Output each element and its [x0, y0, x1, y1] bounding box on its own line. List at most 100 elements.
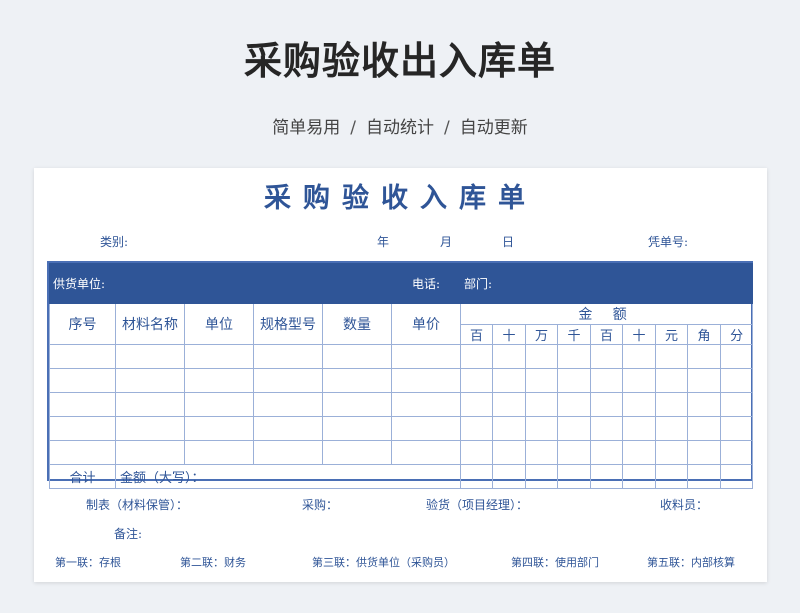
cell[interactable]	[622, 392, 657, 417]
cell[interactable]	[655, 392, 689, 417]
cell[interactable]	[655, 368, 689, 393]
inspector-signature: 验货（项目经理）：	[426, 498, 529, 512]
cell[interactable]	[391, 344, 462, 369]
copy-2: 第二联：财务	[180, 556, 246, 569]
cell[interactable]	[590, 440, 624, 465]
cell[interactable]	[590, 464, 624, 489]
cell[interactable]	[492, 416, 527, 441]
cell[interactable]	[49, 392, 116, 417]
cell[interactable]	[622, 344, 657, 369]
cell[interactable]	[720, 416, 754, 441]
cell[interactable]	[525, 344, 559, 369]
cell[interactable]	[253, 440, 323, 465]
cell[interactable]	[687, 344, 722, 369]
cell[interactable]	[720, 344, 754, 369]
cell[interactable]	[590, 392, 624, 417]
cell[interactable]	[115, 416, 185, 441]
cell[interactable]	[184, 416, 254, 441]
cell[interactable]	[492, 368, 527, 393]
cell[interactable]	[492, 464, 527, 489]
cell[interactable]	[115, 440, 185, 465]
cell[interactable]	[49, 416, 116, 441]
cell[interactable]	[557, 416, 592, 441]
cell[interactable]	[460, 464, 494, 489]
cell[interactable]	[720, 464, 754, 489]
digit-thousand: 千	[557, 324, 592, 345]
table-row	[49, 344, 754, 369]
cell[interactable]	[492, 392, 527, 417]
cell[interactable]	[525, 464, 559, 489]
cell[interactable]	[460, 392, 494, 417]
cell[interactable]	[253, 344, 323, 369]
cell[interactable]	[321, 440, 393, 465]
cell[interactable]	[460, 440, 494, 465]
cell[interactable]	[525, 392, 559, 417]
cell[interactable]	[687, 440, 722, 465]
cell[interactable]	[557, 464, 592, 489]
cell[interactable]	[720, 440, 754, 465]
cell[interactable]	[492, 344, 527, 369]
table-row	[49, 440, 754, 465]
cell[interactable]	[253, 416, 323, 441]
cell[interactable]	[590, 344, 624, 369]
cell[interactable]	[115, 368, 185, 393]
cell[interactable]	[557, 368, 592, 393]
header-row: 序号 材料名称 单位 规格型号 数量 单价 金 额	[49, 303, 754, 345]
feature-tagline: 简单易用 / 自动统计 / 自动更新	[0, 113, 800, 138]
cell[interactable]	[622, 368, 657, 393]
cell[interactable]	[687, 368, 722, 393]
cell[interactable]	[321, 344, 393, 369]
col-header-spec: 规格型号	[253, 303, 323, 345]
cell[interactable]	[525, 368, 559, 393]
cell[interactable]	[184, 344, 254, 369]
cell[interactable]	[687, 392, 722, 417]
cell[interactable]	[391, 392, 462, 417]
cell[interactable]	[321, 392, 393, 417]
cell[interactable]	[720, 368, 754, 393]
cell[interactable]	[655, 464, 689, 489]
col-header-unit: 单位	[184, 303, 254, 345]
tag-auto-update: 自动更新	[459, 118, 528, 138]
cell[interactable]	[184, 368, 254, 393]
cell[interactable]	[460, 416, 494, 441]
cell[interactable]	[321, 416, 393, 441]
cell[interactable]	[115, 392, 185, 417]
cell[interactable]	[655, 344, 689, 369]
cell[interactable]	[460, 344, 494, 369]
cell[interactable]	[115, 344, 185, 369]
total-amount-words[interactable]: 金额（大写）：	[114, 464, 462, 489]
cell[interactable]	[590, 368, 624, 393]
cell[interactable]	[622, 416, 657, 441]
cell[interactable]	[557, 344, 592, 369]
cell[interactable]	[525, 440, 559, 465]
cell[interactable]	[49, 344, 116, 369]
cell[interactable]	[687, 416, 722, 441]
cell[interactable]	[655, 416, 689, 441]
cell[interactable]	[253, 392, 323, 417]
tag-separator: /	[350, 118, 356, 138]
cell[interactable]	[622, 440, 657, 465]
cell[interactable]	[557, 392, 592, 417]
cell[interactable]	[184, 392, 254, 417]
cell[interactable]	[622, 464, 657, 489]
cell[interactable]	[391, 416, 462, 441]
month-label: 月	[440, 235, 453, 249]
cell[interactable]	[687, 464, 722, 489]
cell[interactable]	[321, 368, 393, 393]
cell[interactable]	[391, 368, 462, 393]
copy-3: 第三联：供货单位（采购员）	[312, 556, 455, 569]
cell[interactable]	[492, 440, 527, 465]
cell[interactable]	[655, 440, 689, 465]
form-title: 采购验收入库单	[264, 183, 537, 214]
cell[interactable]	[49, 440, 116, 465]
cell[interactable]	[253, 368, 323, 393]
cell[interactable]	[460, 368, 494, 393]
cell[interactable]	[49, 368, 116, 393]
cell[interactable]	[557, 440, 592, 465]
cell[interactable]	[720, 392, 754, 417]
cell[interactable]	[525, 416, 559, 441]
cell[interactable]	[590, 416, 624, 441]
cell[interactable]	[184, 440, 254, 465]
phone-label: 电话:	[391, 263, 462, 304]
cell[interactable]	[391, 440, 462, 465]
